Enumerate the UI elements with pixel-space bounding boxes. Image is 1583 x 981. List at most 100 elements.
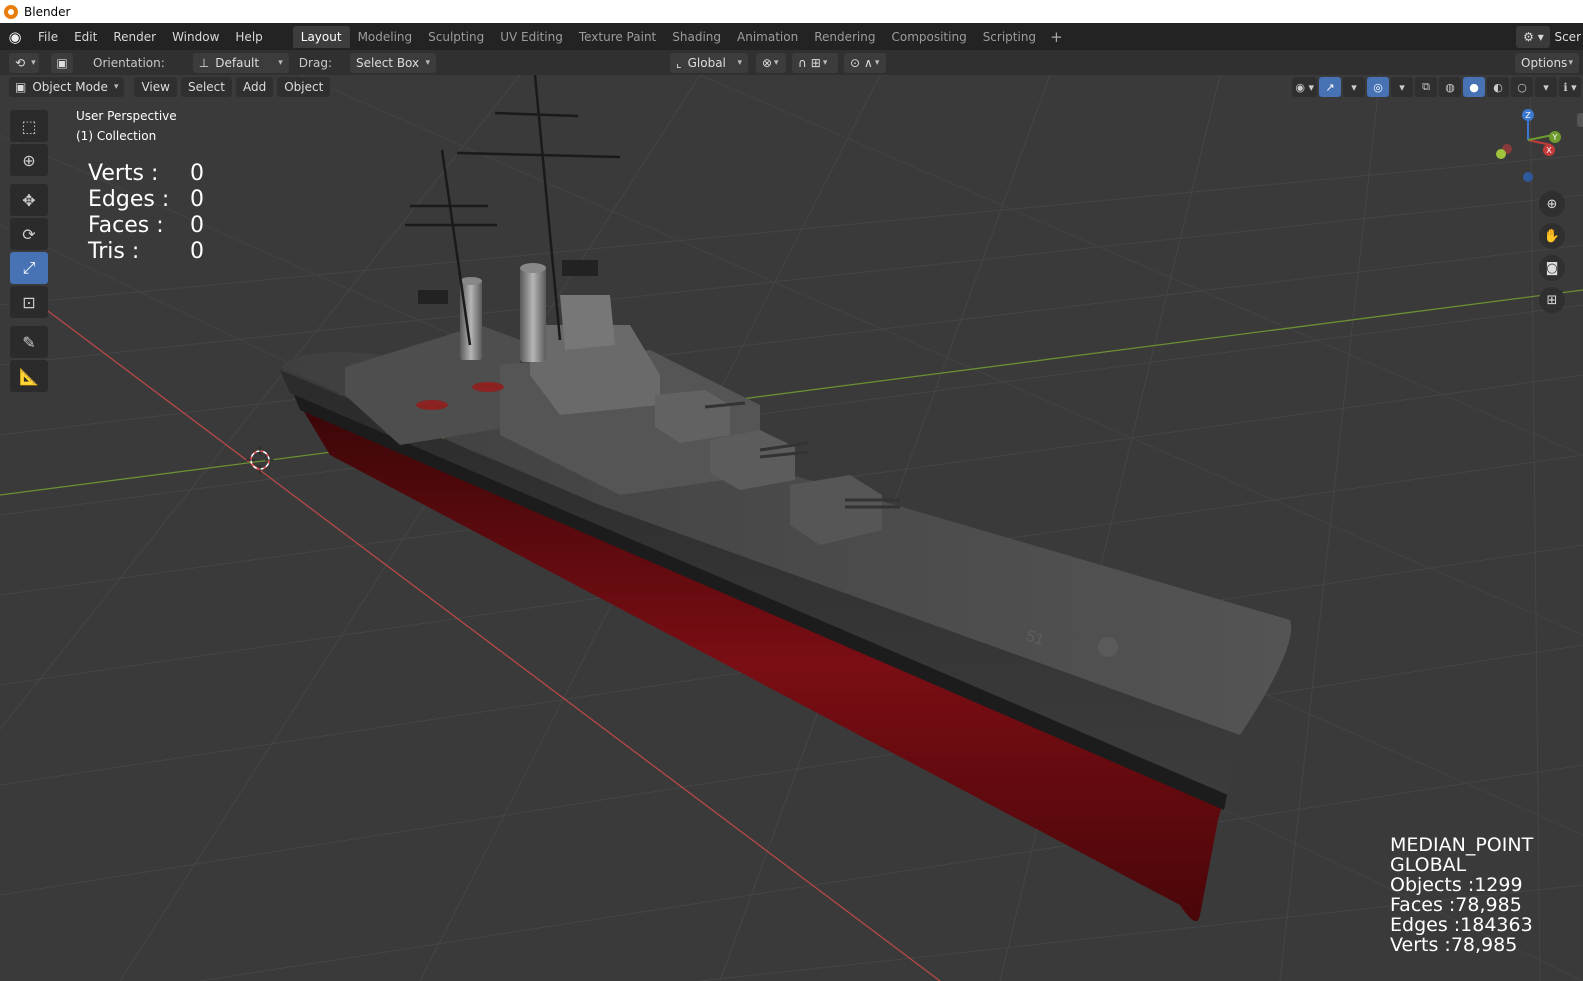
shading-material[interactable]: ◐ bbox=[1487, 77, 1509, 97]
tab-uv-editing[interactable]: UV Editing bbox=[492, 26, 571, 48]
magnet-icon: ∩ bbox=[797, 55, 807, 70]
stat-value: 0 bbox=[190, 213, 204, 238]
orientation-dropdown[interactable]: ⊥ Default ▾ bbox=[192, 52, 289, 73]
wireframe-icon: ◍ bbox=[1445, 80, 1455, 94]
camera-view-button[interactable]: ◙ bbox=[1539, 255, 1565, 281]
solid-icon: ● bbox=[1469, 80, 1479, 94]
gizmo-x-label: X bbox=[1546, 146, 1552, 155]
shading-wireframe[interactable]: ◍ bbox=[1439, 77, 1461, 97]
gizmo-neg-z[interactable] bbox=[1523, 172, 1533, 182]
tool-settings-header: ⟲ ▾ ▣ Orientation: ⊥ Default ▾ Drag: Sele… bbox=[0, 50, 1583, 75]
editor-type-icon: ⟲ bbox=[15, 55, 26, 70]
blender-logo-icon bbox=[4, 4, 18, 19]
funnel-fwd-top bbox=[520, 263, 546, 273]
tab-animation[interactable]: Animation bbox=[729, 26, 806, 48]
pivot-point-dropdown[interactable]: ⊗ ▾ bbox=[755, 52, 786, 73]
zoom-button[interactable]: ⊕ bbox=[1539, 191, 1565, 217]
tab-compositing[interactable]: Compositing bbox=[883, 26, 974, 48]
cursor-icon: ⊕ bbox=[22, 150, 36, 170]
tab-shading[interactable]: Shading bbox=[664, 26, 729, 48]
cursor-tool[interactable]: ⊕ bbox=[10, 144, 48, 176]
scene-stats: MEDIAN_POINT GLOBAL Objects :1299 Faces … bbox=[1390, 835, 1533, 955]
shading-dropdown[interactable]: ▾ bbox=[1535, 77, 1557, 97]
object-mode-icon: ▣ bbox=[15, 80, 27, 94]
editor-type-button[interactable]: ⟲ ▾ bbox=[9, 52, 39, 73]
add-workspace-button[interactable]: + bbox=[1044, 28, 1069, 46]
shading-rendered[interactable]: ○ bbox=[1511, 77, 1533, 97]
orientation-label: Orientation: bbox=[93, 55, 165, 70]
stat-value: 0 bbox=[190, 161, 204, 186]
viewport-menu-add[interactable]: Add bbox=[235, 77, 274, 97]
global-orientation-icon: ⌞ bbox=[675, 55, 682, 70]
3d-cursor-icon[interactable] bbox=[246, 446, 274, 474]
gizmo-icon: ↗ bbox=[1325, 80, 1335, 94]
3d-viewport[interactable]: 51 ▣ Object Mode ▾ View Select Add Objec… bbox=[0, 75, 1583, 981]
viewport-menu-view[interactable]: View bbox=[134, 77, 177, 97]
options-label: Options bbox=[1521, 55, 1568, 70]
stat-value: 0 bbox=[190, 187, 204, 212]
object-mode-dropdown[interactable]: ▣ Object Mode ▾ bbox=[9, 77, 125, 97]
menu-file[interactable]: File bbox=[30, 23, 66, 50]
gizmo-dropdown[interactable]: ▾ bbox=[1343, 77, 1365, 97]
perspective-toggle-button[interactable]: ⊞ bbox=[1539, 287, 1565, 313]
menu-render[interactable]: Render bbox=[105, 23, 164, 50]
camera-icon: ◙ bbox=[1545, 260, 1559, 276]
gizmo-toggle[interactable]: ↗ bbox=[1319, 77, 1341, 97]
viewport-menu-object[interactable]: Object bbox=[277, 77, 331, 97]
sidebar-toggle-handle[interactable] bbox=[1577, 113, 1583, 127]
sidebar-info-dropdown[interactable]: ℹ ▾ bbox=[1559, 77, 1581, 97]
blender-menu-icon[interactable]: ◉ bbox=[0, 28, 30, 46]
viewport-menu-select[interactable]: Select bbox=[180, 77, 232, 97]
transform-tool[interactable]: ⊡ bbox=[10, 286, 48, 318]
gizmo-neg-y[interactable] bbox=[1496, 149, 1506, 159]
proportional-icon: ⊙ bbox=[849, 55, 861, 70]
tab-sculpting[interactable]: Sculpting bbox=[420, 26, 492, 48]
stat-value: 0 bbox=[190, 239, 204, 264]
tab-rendering[interactable]: Rendering bbox=[806, 26, 883, 48]
menu-window[interactable]: Window bbox=[164, 23, 227, 50]
navigation-gizmo[interactable]: Z X Y bbox=[1493, 105, 1563, 185]
stat-label: Tris : bbox=[88, 239, 140, 264]
transform-orientation-value: Global bbox=[687, 55, 726, 70]
move-tool[interactable]: ✥ bbox=[10, 184, 48, 216]
select-box-tool[interactable]: ⬚ bbox=[10, 110, 48, 142]
scene-name[interactable]: Scer bbox=[1554, 30, 1583, 44]
gizmo-y-label: Y bbox=[1552, 133, 1558, 142]
warship-model[interactable]: 51 bbox=[280, 75, 1292, 922]
transform-orientation-dropdown[interactable]: ⌞ Global ▾ bbox=[669, 52, 748, 73]
orientation-mode-text: GLOBAL bbox=[1390, 854, 1467, 876]
menu-help[interactable]: Help bbox=[227, 23, 270, 50]
tab-layout[interactable]: Layout bbox=[292, 25, 350, 48]
overlays-dropdown[interactable]: ▾ bbox=[1391, 77, 1413, 97]
viewport-scene: 51 bbox=[0, 75, 1583, 981]
snap-increment-icon: ⊞ bbox=[810, 55, 821, 70]
falloff-icon: ∧ bbox=[864, 55, 873, 70]
drag-dropdown[interactable]: Select Box ▾ bbox=[349, 52, 436, 73]
tab-modeling[interactable]: Modeling bbox=[350, 26, 421, 48]
scene-icon[interactable]: ⚙ ▾ bbox=[1516, 25, 1551, 48]
active-tool-button[interactable]: ▣ bbox=[51, 52, 73, 73]
snap-dropdown[interactable]: ∩ ⊞ ▾ bbox=[791, 52, 838, 73]
collection-label: (1) Collection bbox=[76, 129, 157, 143]
rotate-tool[interactable]: ⟳ bbox=[10, 218, 48, 250]
options-dropdown[interactable]: Options ▾ bbox=[1515, 52, 1579, 73]
window-titlebar: Blender bbox=[0, 0, 1583, 23]
objects-count: Objects :1299 bbox=[1390, 874, 1523, 896]
tab-texture-paint[interactable]: Texture Paint bbox=[571, 26, 664, 48]
scale-tool[interactable]: ⤢ bbox=[10, 252, 48, 284]
proportional-editing-dropdown[interactable]: ⊙ ∧ ▾ bbox=[843, 52, 886, 73]
visibility-dropdown[interactable]: ◉ ▾ bbox=[1292, 77, 1317, 97]
shading-solid[interactable]: ● bbox=[1463, 77, 1485, 97]
annotate-tool[interactable]: ✎ bbox=[10, 326, 48, 358]
overlays-toggle[interactable]: ◎ bbox=[1367, 77, 1389, 97]
perspective-label: User Perspective bbox=[76, 109, 177, 123]
tab-scripting[interactable]: Scripting bbox=[975, 26, 1044, 48]
xray-toggle[interactable]: ⧉ bbox=[1415, 77, 1437, 97]
pan-button[interactable]: ✋ bbox=[1539, 223, 1565, 249]
stat-row: Faces : 0 bbox=[88, 213, 204, 239]
orientation-icon: ⊥ bbox=[198, 55, 210, 70]
bridge-block bbox=[560, 295, 615, 350]
menu-edit[interactable]: Edit bbox=[66, 23, 105, 50]
transform-icon: ⊡ bbox=[22, 292, 36, 312]
measure-tool[interactable]: 📐 bbox=[10, 360, 48, 392]
